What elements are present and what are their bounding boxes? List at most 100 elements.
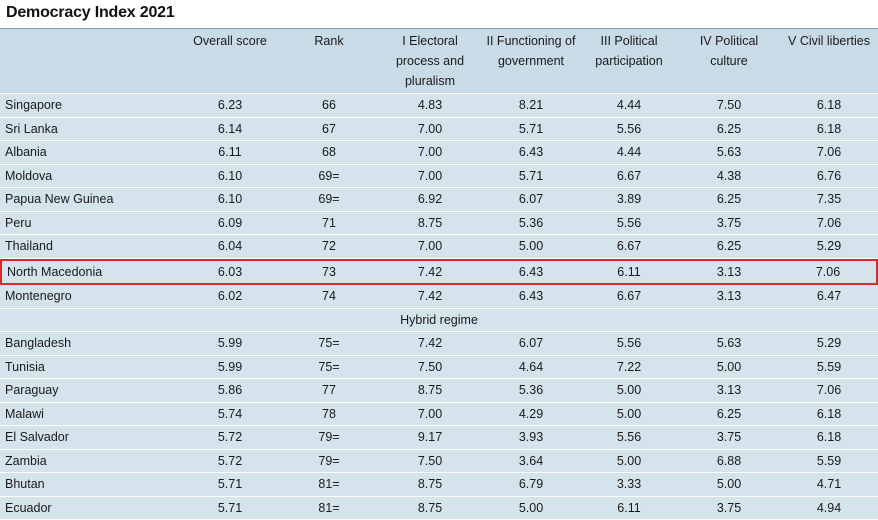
value-cell: 3.13 <box>678 379 780 403</box>
value-cell: 5.29 <box>780 235 878 259</box>
value-cell: 6.43 <box>482 141 580 165</box>
section-row: Hybrid regime <box>0 309 878 333</box>
value-cell: 5.59 <box>780 356 878 380</box>
value-cell: 8.75 <box>378 379 482 403</box>
table-row: Malawi5.74787.004.295.006.256.18 <box>0 403 878 427</box>
country-cell: Sri Lanka <box>0 118 180 142</box>
value-cell: 5.71 <box>482 165 580 189</box>
value-cell: 81= <box>280 473 378 497</box>
table-row: Ecuador5.7181=8.755.006.113.754.94 <box>0 497 878 520</box>
country-cell: Paraguay <box>0 379 180 403</box>
country-cell: Tunisia <box>0 356 180 380</box>
value-cell: 6.09 <box>180 212 280 236</box>
value-cell: 7.42 <box>378 259 482 286</box>
country-cell: Albania <box>0 141 180 165</box>
header-country <box>0 28 180 94</box>
value-cell: 6.25 <box>678 403 780 427</box>
table-row: Singapore6.23664.838.214.447.506.18 <box>0 94 878 118</box>
country-cell: Zambia <box>0 450 180 474</box>
country-cell: North Macedonia <box>0 259 180 286</box>
value-cell: 81= <box>280 497 378 520</box>
value-cell: 6.67 <box>580 285 678 309</box>
value-cell: 7.50 <box>378 356 482 380</box>
country-cell: Thailand <box>0 235 180 259</box>
democracy-index-table: Overall score Rank I Electoral process a… <box>0 28 878 520</box>
value-cell: 79= <box>280 450 378 474</box>
value-cell: 4.64 <box>482 356 580 380</box>
value-cell: 7.50 <box>378 450 482 474</box>
value-cell: 66 <box>280 94 378 118</box>
country-cell: Malawi <box>0 403 180 427</box>
value-cell: 8.75 <box>378 473 482 497</box>
country-cell: Moldova <box>0 165 180 189</box>
value-cell: 5.00 <box>678 473 780 497</box>
value-cell: 5.72 <box>180 426 280 450</box>
value-cell: 4.94 <box>780 497 878 520</box>
value-cell: 72 <box>280 235 378 259</box>
value-cell: 5.72 <box>180 450 280 474</box>
value-cell: 5.36 <box>482 212 580 236</box>
value-cell: 7.06 <box>780 259 878 286</box>
value-cell: 3.75 <box>678 426 780 450</box>
value-cell: 5.71 <box>482 118 580 142</box>
header-row: Overall score Rank I Electoral process a… <box>0 28 878 94</box>
value-cell: 5.74 <box>180 403 280 427</box>
value-cell: 3.13 <box>678 285 780 309</box>
value-cell: 5.99 <box>180 356 280 380</box>
value-cell: 5.59 <box>780 450 878 474</box>
value-cell: 5.71 <box>180 497 280 520</box>
table-row: Moldova6.1069=7.005.716.674.386.76 <box>0 165 878 189</box>
value-cell: 67 <box>280 118 378 142</box>
value-cell: 6.25 <box>678 235 780 259</box>
header-functioning-of-government: II Functioning of government <box>482 28 580 94</box>
value-cell: 7.06 <box>780 379 878 403</box>
value-cell: 6.10 <box>180 165 280 189</box>
value-cell: 6.04 <box>180 235 280 259</box>
value-cell: 8.75 <box>378 212 482 236</box>
country-cell: Singapore <box>0 94 180 118</box>
value-cell: 5.63 <box>678 332 780 356</box>
value-cell: 74 <box>280 285 378 309</box>
value-cell: 3.64 <box>482 450 580 474</box>
value-cell: 5.00 <box>580 450 678 474</box>
value-cell: 5.99 <box>180 332 280 356</box>
table-row: Bangladesh5.9975=7.426.075.565.635.29 <box>0 332 878 356</box>
value-cell: 3.75 <box>678 497 780 520</box>
value-cell: 6.88 <box>678 450 780 474</box>
value-cell: 7.00 <box>378 235 482 259</box>
country-cell: Bhutan <box>0 473 180 497</box>
value-cell: 6.25 <box>678 188 780 212</box>
value-cell: 6.67 <box>580 235 678 259</box>
value-cell: 7.35 <box>780 188 878 212</box>
value-cell: 7.42 <box>378 285 482 309</box>
country-cell: El Salvador <box>0 426 180 450</box>
value-cell: 5.00 <box>482 235 580 259</box>
value-cell: 5.56 <box>580 118 678 142</box>
value-cell: 6.11 <box>580 259 678 286</box>
table-row: Papua New Guinea6.1069=6.926.073.896.257… <box>0 188 878 212</box>
value-cell: 6.25 <box>678 118 780 142</box>
header-overall-score: Overall score <box>180 28 280 94</box>
value-cell: 6.43 <box>482 285 580 309</box>
value-cell: 69= <box>280 165 378 189</box>
value-cell: 6.14 <box>180 118 280 142</box>
value-cell: 77 <box>280 379 378 403</box>
value-cell: 3.89 <box>580 188 678 212</box>
table-row: Thailand6.04727.005.006.676.255.29 <box>0 235 878 259</box>
value-cell: 5.29 <box>780 332 878 356</box>
value-cell: 7.00 <box>378 141 482 165</box>
table-row: Zambia5.7279=7.503.645.006.885.59 <box>0 450 878 474</box>
value-cell: 6.10 <box>180 188 280 212</box>
country-cell: Papua New Guinea <box>0 188 180 212</box>
value-cell: 4.29 <box>482 403 580 427</box>
value-cell: 5.56 <box>580 426 678 450</box>
value-cell: 79= <box>280 426 378 450</box>
value-cell: 71 <box>280 212 378 236</box>
value-cell: 6.76 <box>780 165 878 189</box>
value-cell: 6.67 <box>580 165 678 189</box>
value-cell: 73 <box>280 259 378 286</box>
header-civil-liberties: V Civil liberties <box>780 28 878 94</box>
value-cell: 5.56 <box>580 332 678 356</box>
value-cell: 7.06 <box>780 212 878 236</box>
value-cell: 5.63 <box>678 141 780 165</box>
